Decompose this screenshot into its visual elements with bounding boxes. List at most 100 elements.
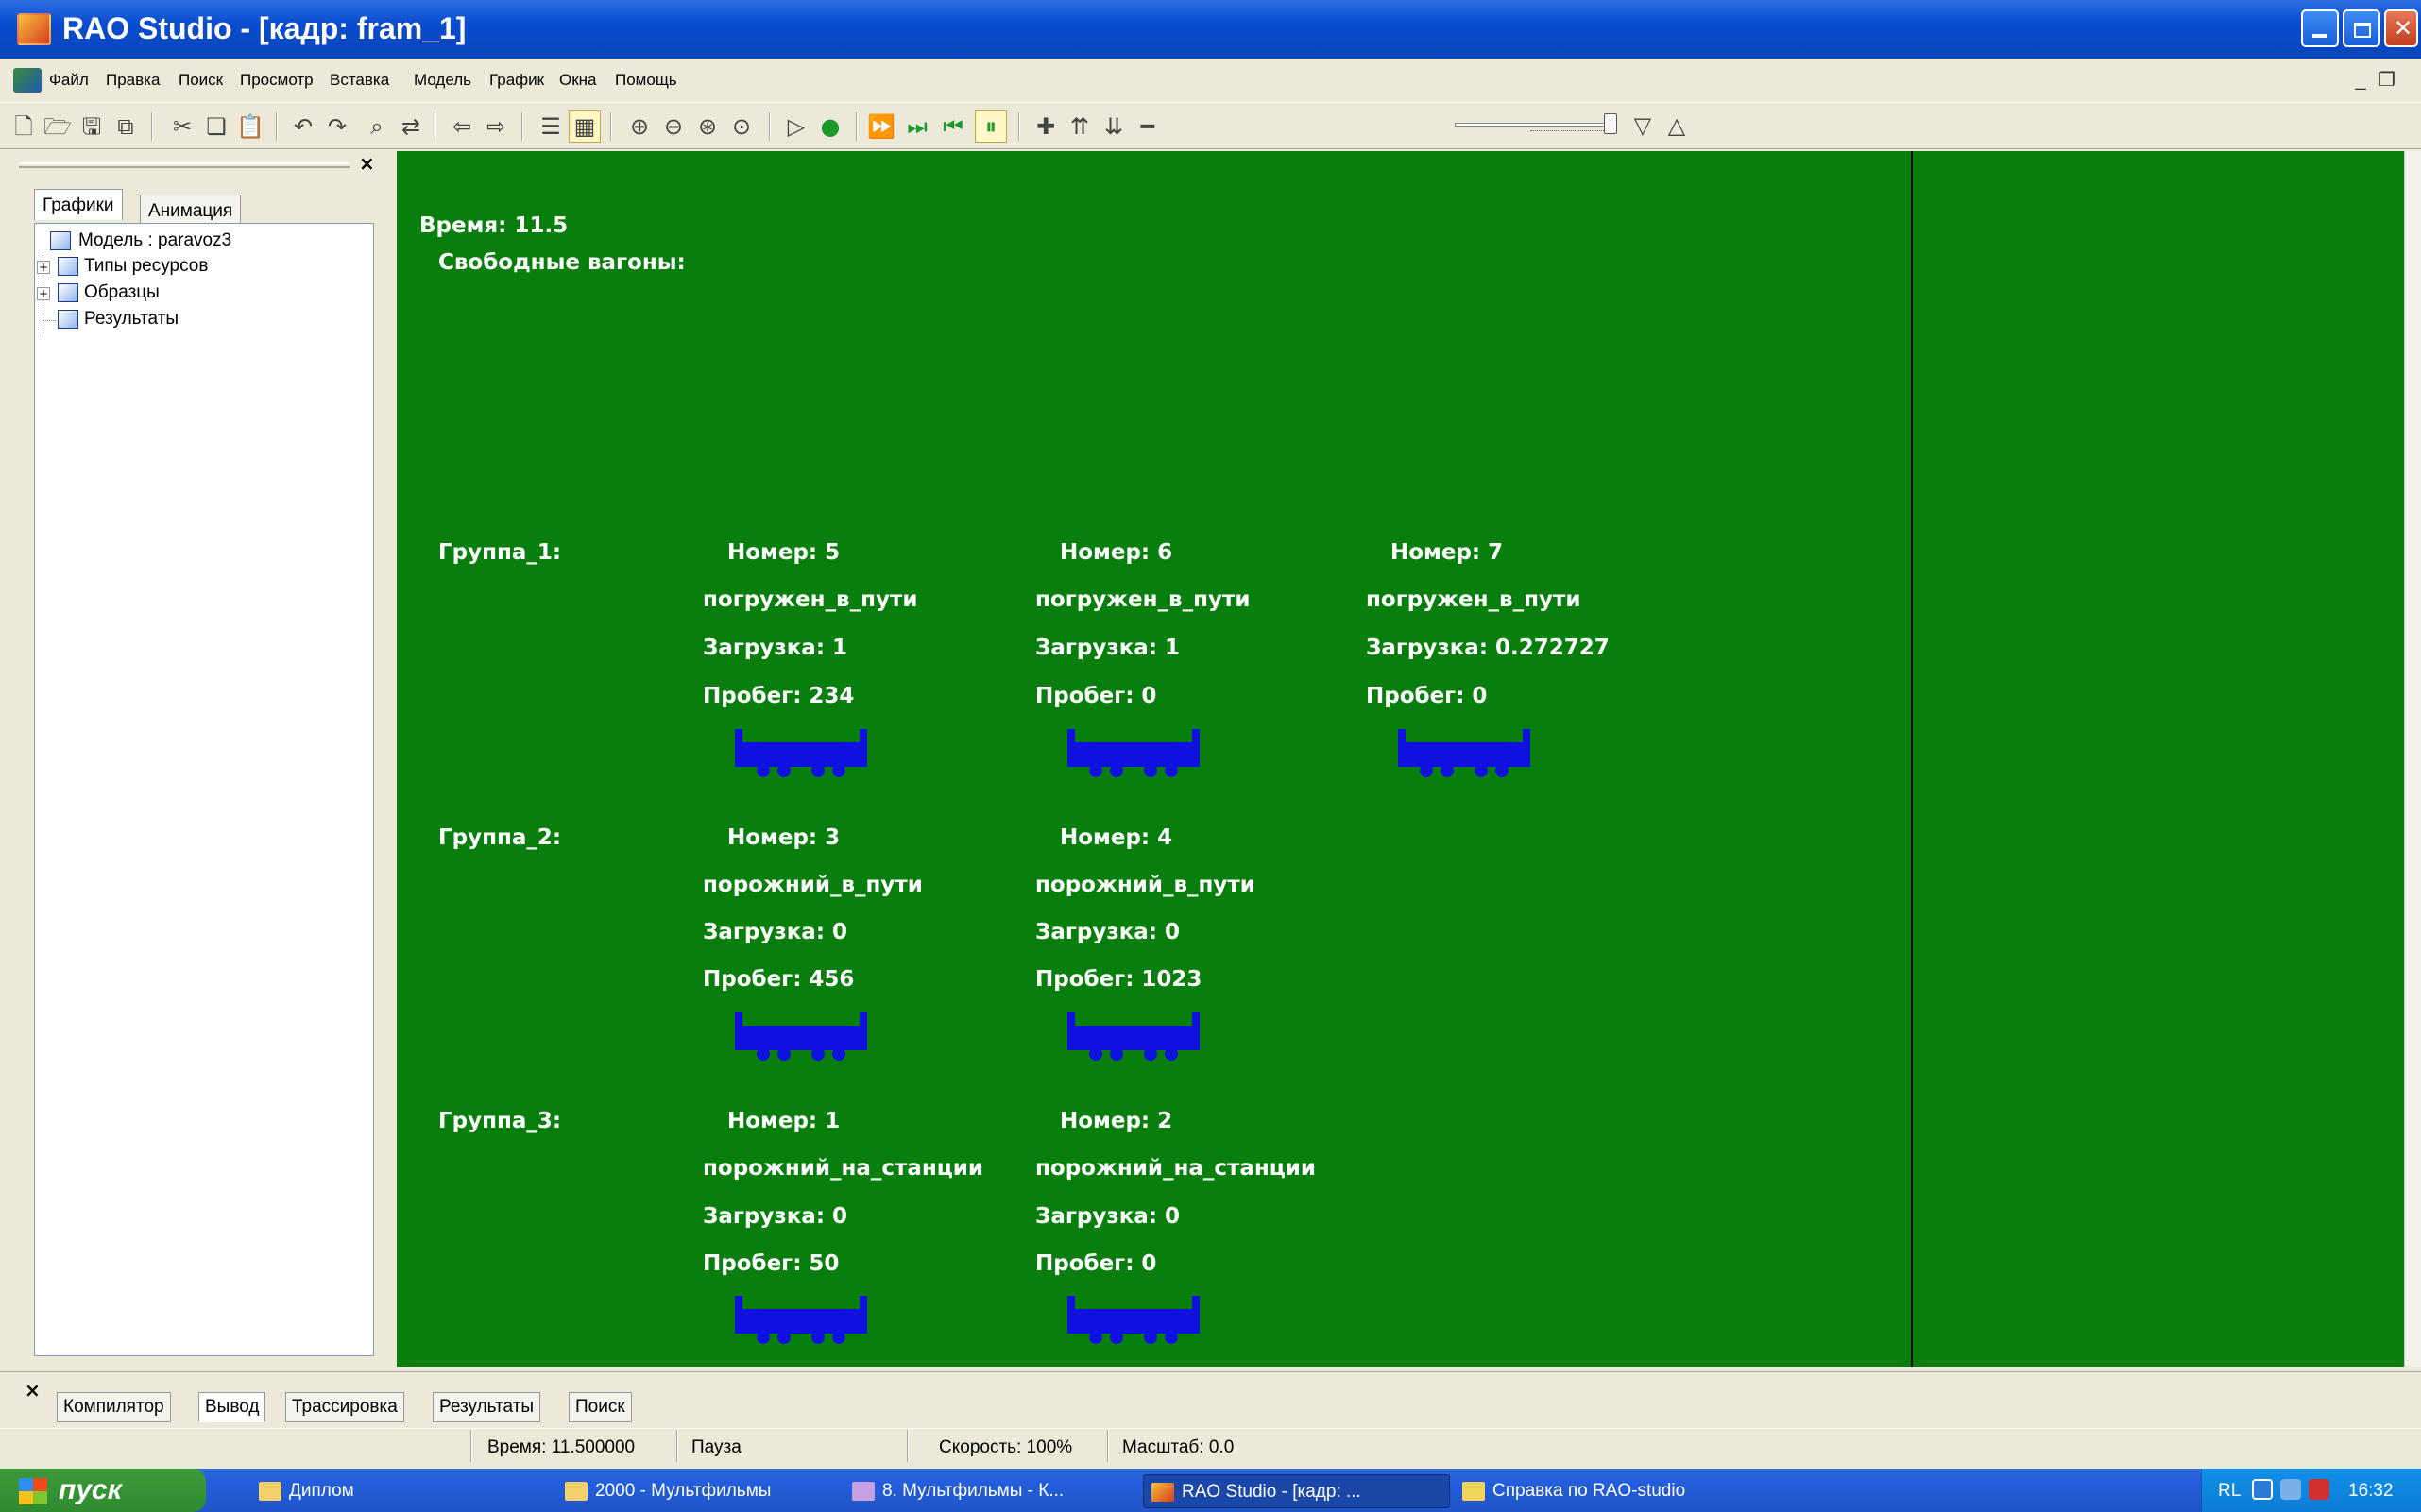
- minimize-button[interactable]: [2301, 9, 2339, 47]
- wagon-icon[interactable]: [735, 1011, 867, 1065]
- output-close-icon[interactable]: ×: [25, 1379, 41, 1402]
- taskbar-button-cartoons-k[interactable]: 8. Мультфильмы - К...: [844, 1474, 1137, 1508]
- menu-bar: Файл Правка Поиск Просмотр Вставка Модел…: [0, 60, 2421, 100]
- expand-patterns-icon[interactable]: +: [37, 287, 50, 300]
- step-fast-icon[interactable]: ⏩: [865, 110, 897, 143]
- wagon-state: погружен_в_пути: [703, 587, 918, 612]
- view-icon[interactable]: ☰: [535, 110, 567, 143]
- rao-studio-app-icon[interactable]: [17, 13, 51, 45]
- expand-resource-types-icon[interactable]: +: [37, 261, 50, 274]
- triangle-up-icon[interactable]: △: [1661, 110, 1693, 142]
- taskbar-button-label: 8. Мультфильмы - К...: [882, 1481, 1065, 1501]
- menu-file[interactable]: Файл: [49, 70, 89, 91]
- menu-model[interactable]: Модель: [414, 70, 471, 91]
- zoom-in-icon[interactable]: ⊕: [623, 110, 656, 143]
- speed-slider-track[interactable]: [1455, 123, 1615, 127]
- wagon-number: Номер: 3: [727, 825, 841, 850]
- tree-item-patterns[interactable]: Образцы: [84, 280, 160, 306]
- speed-down-icon[interactable]: ⇊: [1098, 110, 1130, 143]
- panel-grip[interactable]: [19, 162, 350, 168]
- mdi-restore-icon[interactable]: ❐: [2375, 68, 2399, 93]
- tab-output[interactable]: Вывод: [198, 1392, 266, 1422]
- run-icon[interactable]: ▷: [780, 110, 812, 143]
- mode-icon[interactable]: ▦: [569, 110, 601, 143]
- menu-chart[interactable]: График: [489, 70, 544, 91]
- new-icon[interactable]: 🗋: [8, 110, 40, 143]
- wagon-icon[interactable]: [1067, 1294, 1200, 1349]
- network-tray-icon[interactable]: [2280, 1479, 2301, 1500]
- record-icon[interactable]: ●: [814, 110, 846, 143]
- forward-icon[interactable]: ⇨: [480, 110, 512, 143]
- language-indicator[interactable]: RL: [2218, 1481, 2241, 1502]
- taskbar-button-diploma[interactable]: Диплом: [251, 1474, 554, 1508]
- paste-icon[interactable]: 📋: [234, 110, 266, 143]
- wagon-icon[interactable]: [1067, 1011, 1200, 1065]
- wagon-icon[interactable]: [1398, 727, 1530, 782]
- animation-frame[interactable]: Время: 11.5 Свободные вагоны: Группа_1: …: [397, 151, 1911, 1367]
- wagon-load: Загрузка: 0: [1035, 920, 1181, 944]
- menu-edit[interactable]: Правка: [106, 70, 160, 91]
- zoom-reset-icon[interactable]: ⊙: [725, 110, 758, 143]
- undo-icon[interactable]: ↶: [287, 110, 319, 143]
- title-bar[interactable]: RAO Studio - [кадр: fram_1] ✕: [0, 0, 2421, 59]
- tab-charts[interactable]: Графики: [34, 189, 123, 220]
- tree-item-results[interactable]: Результаты: [84, 306, 179, 332]
- tree-root-label[interactable]: Модель : paravoz3: [78, 228, 231, 254]
- wagon-icon[interactable]: [735, 1294, 867, 1349]
- taskbar-button-rao-studio[interactable]: RAO Studio - [кадр: ...: [1143, 1474, 1450, 1508]
- step-back-icon[interactable]: ⏮: [937, 110, 969, 143]
- tab-trace[interactable]: Трассировка: [285, 1392, 404, 1422]
- save-icon[interactable]: 🖫: [76, 110, 108, 143]
- taskbar-button-cartoons[interactable]: 2000 - Мультфильмы: [557, 1474, 841, 1508]
- speed-slider-thumb[interactable]: [1604, 113, 1617, 134]
- status-mode: Пауза: [691, 1437, 742, 1457]
- replace-icon[interactable]: ⇄: [395, 110, 427, 143]
- status-scale: Масштаб: 0.0: [1122, 1437, 1235, 1457]
- menu-insert[interactable]: Вставка: [330, 70, 389, 91]
- wagon-icon[interactable]: [1067, 727, 1200, 782]
- status-separator: [907, 1430, 909, 1462]
- document-menu-icon[interactable]: [13, 68, 42, 93]
- group-label: Группа_3:: [438, 1109, 562, 1133]
- tree-item-resource-types[interactable]: Типы ресурсов: [84, 253, 208, 280]
- speed-up-icon[interactable]: ⇈: [1064, 110, 1096, 143]
- redo-icon[interactable]: ↷: [321, 110, 353, 143]
- antivirus-tray-icon[interactable]: [2309, 1479, 2329, 1500]
- tab-results[interactable]: Результаты: [433, 1392, 541, 1422]
- taskbar-button-label: 2000 - Мультфильмы: [595, 1481, 772, 1501]
- toolbar-separator: [151, 112, 153, 141]
- step-icon[interactable]: ⏭: [901, 110, 933, 143]
- back-arrow-tray-icon[interactable]: [2252, 1479, 2273, 1500]
- status-separator: [1107, 1430, 1109, 1462]
- cut-icon[interactable]: ✂: [166, 110, 198, 143]
- panel-close-icon[interactable]: ×: [359, 153, 375, 174]
- tab-search[interactable]: Поиск: [569, 1392, 632, 1422]
- menu-help[interactable]: Помощь: [615, 70, 677, 91]
- open-icon[interactable]: 🗁: [42, 110, 74, 143]
- mdi-minimize-icon[interactable]: _: [2348, 68, 2373, 93]
- menu-view[interactable]: Просмотр: [240, 70, 314, 91]
- save-all-icon[interactable]: ⧉: [110, 110, 142, 143]
- tab-compiler[interactable]: Компилятор: [57, 1392, 171, 1422]
- wagon-icon[interactable]: [735, 727, 867, 782]
- tab-animation[interactable]: Анимация: [140, 195, 242, 226]
- pause-icon[interactable]: ⏸: [975, 110, 1007, 143]
- start-button[interactable]: пуск: [0, 1469, 206, 1512]
- zoom-fit-icon[interactable]: ⊛: [691, 110, 724, 143]
- toolbar: 🗋 🗁 🖫 ⧉ ✂ ❏ 📋 ↶ ↷ ⌕ ⇄ ⇦ ⇨ ☰ ▦ ⊕ ⊖ ⊛ ⊙ ▷ …: [0, 102, 2421, 149]
- restore-button[interactable]: [2343, 9, 2380, 47]
- menu-search[interactable]: Поиск: [179, 70, 223, 91]
- folder-icon: [565, 1482, 588, 1501]
- find-icon[interactable]: ⌕: [361, 110, 393, 143]
- plus-icon[interactable]: ✚: [1030, 110, 1062, 143]
- vertical-scrollbar[interactable]: [2404, 151, 2421, 1367]
- taskbar-button-help[interactable]: Справка по RAO-studio: [1455, 1474, 1748, 1508]
- zoom-out-icon[interactable]: ⊖: [657, 110, 690, 143]
- menu-windows[interactable]: Окна: [559, 70, 597, 91]
- copy-icon[interactable]: ❏: [200, 110, 232, 143]
- minimize-icon: [2312, 34, 2327, 38]
- minus-icon[interactable]: ━: [1132, 110, 1164, 143]
- close-button[interactable]: ✕: [2384, 9, 2418, 47]
- back-icon[interactable]: ⇦: [446, 110, 478, 143]
- triangle-down-icon[interactable]: ▽: [1627, 110, 1659, 142]
